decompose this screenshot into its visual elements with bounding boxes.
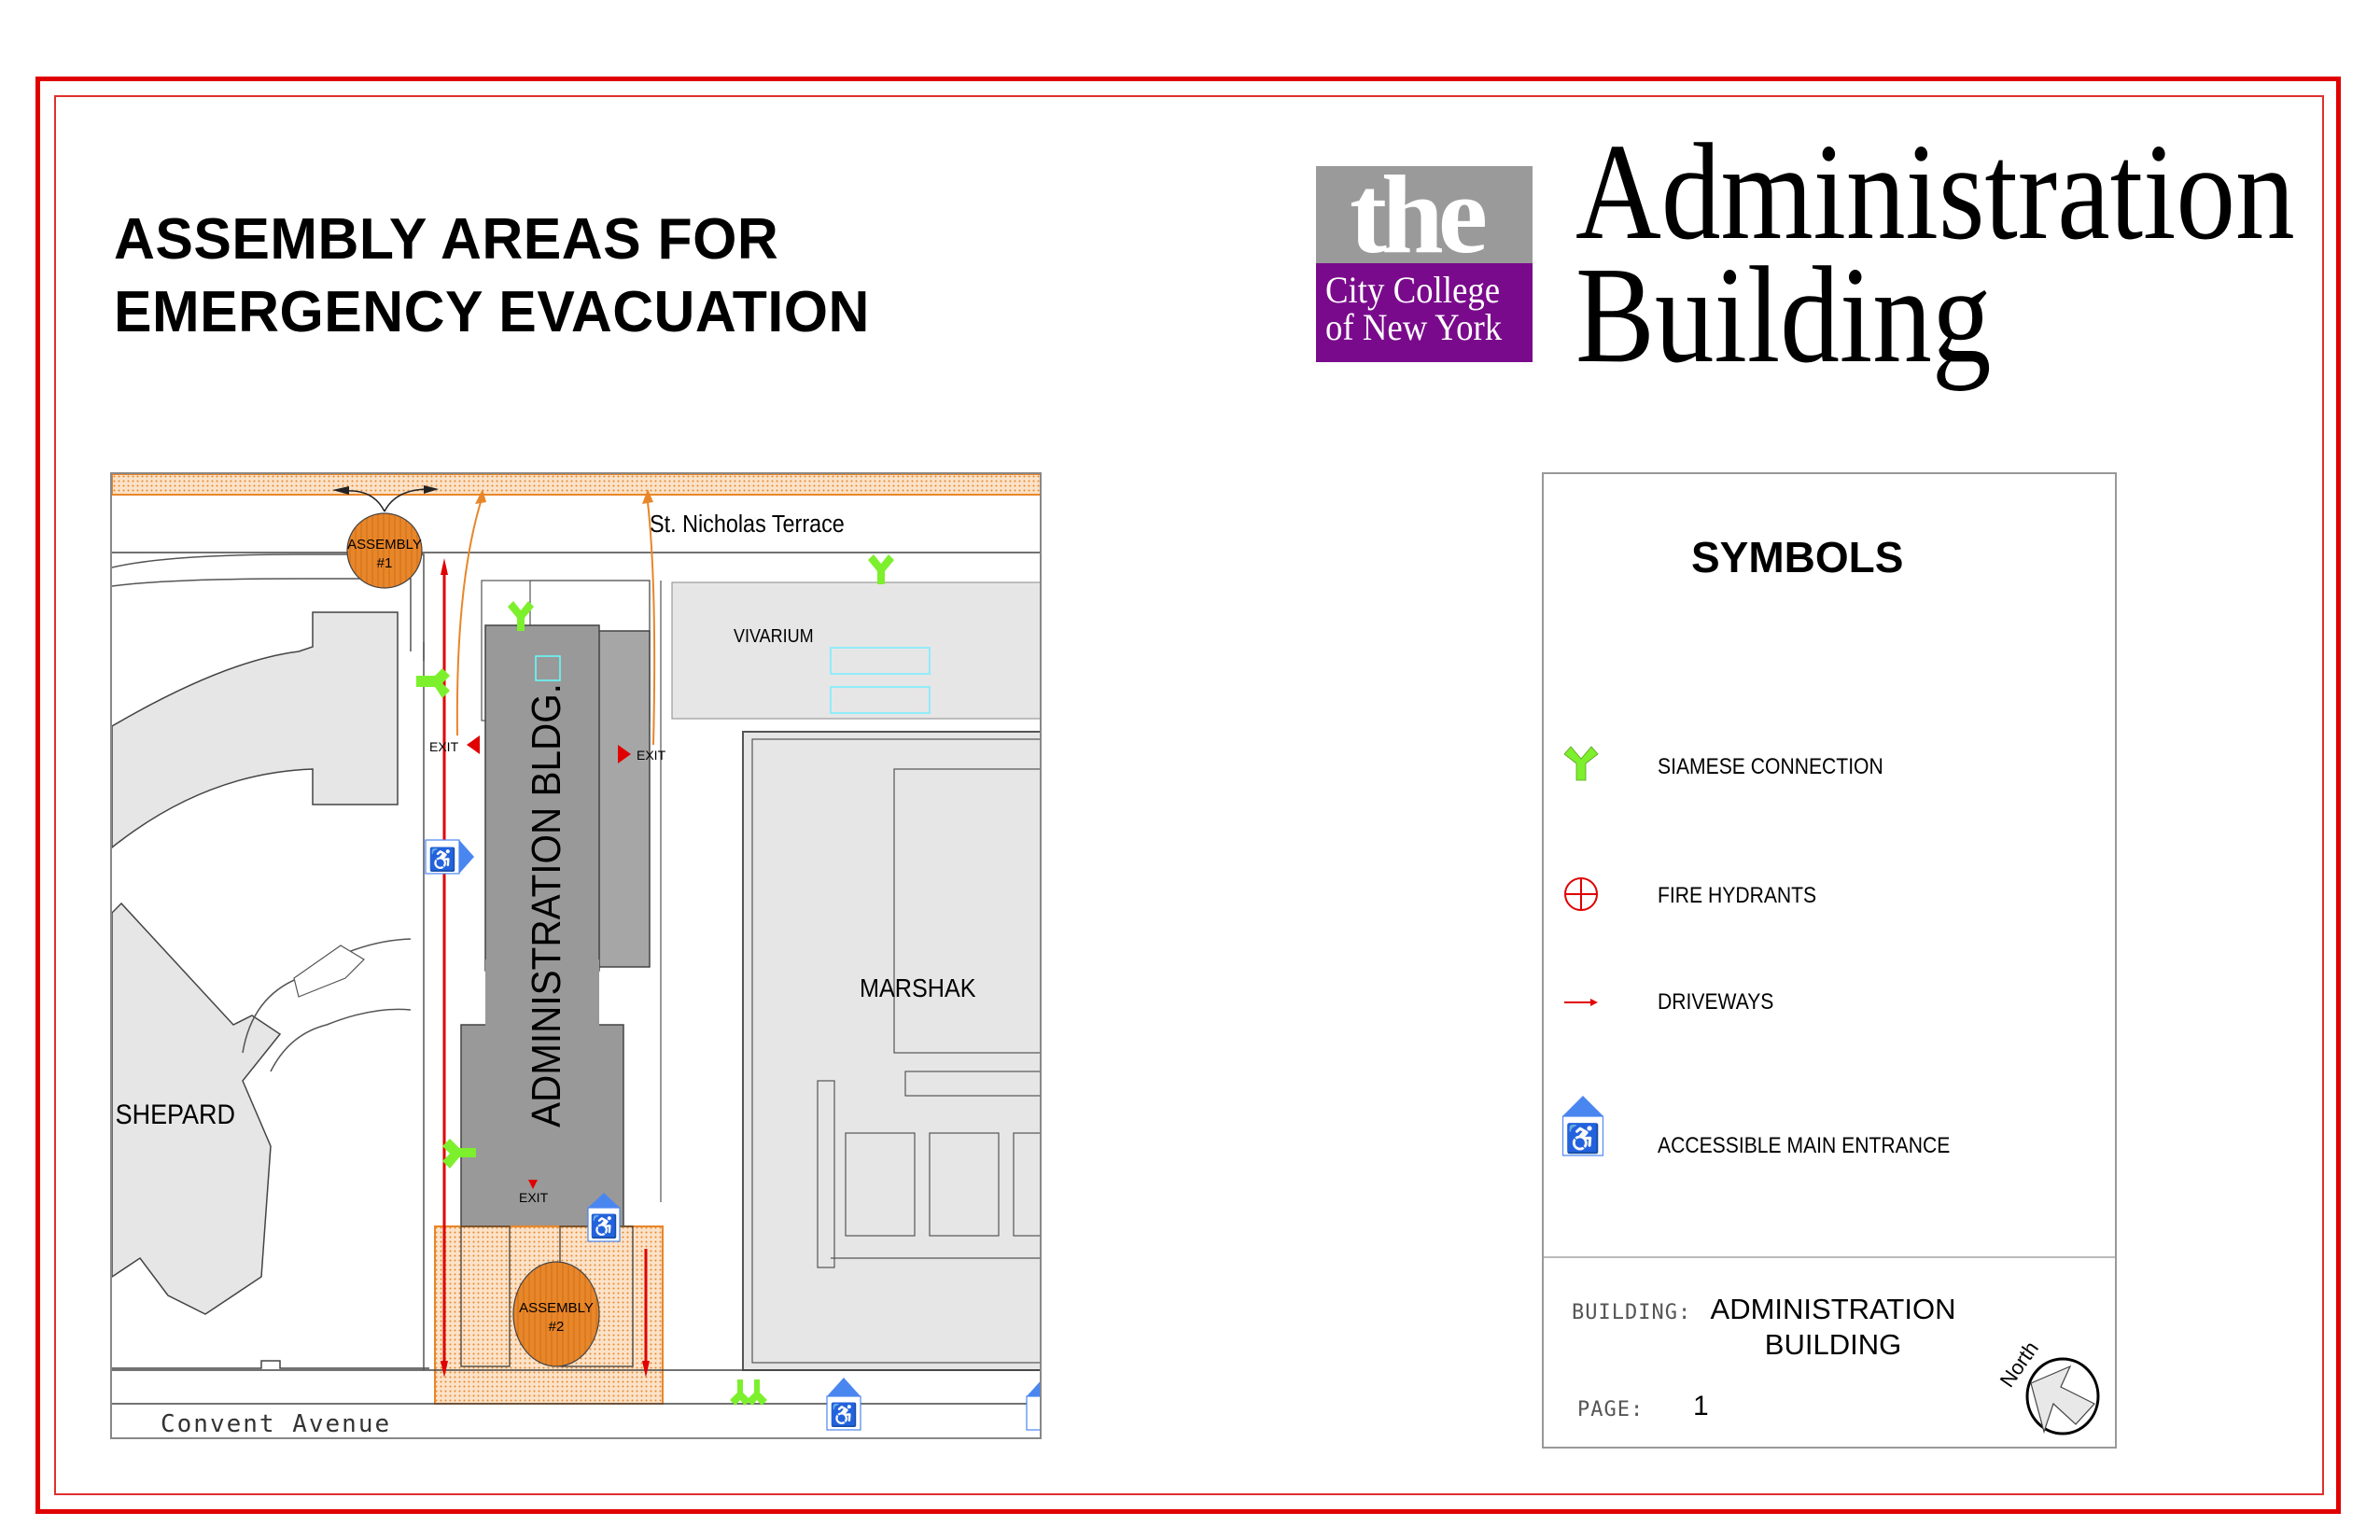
- building-key-label: BUILDING:: [1572, 1301, 1692, 1324]
- siamese-connection-icon: [747, 1379, 767, 1406]
- exit-label: EXIT: [429, 739, 459, 754]
- accessible-entrance-icon: ♿: [425, 839, 474, 875]
- building-heading-line-2: Building: [1575, 239, 1992, 392]
- logo-line-2: of New York: [1325, 306, 1503, 348]
- siamese-connection-icon: [1563, 746, 1599, 781]
- assembly-area-1[interactable]: ASSEMBLY #1: [346, 512, 423, 589]
- street-label-north: St. Nicholas Terrace: [650, 511, 845, 538]
- exit-arrow-icon: [467, 735, 480, 754]
- building-label-vivarium: VIVARIUM: [734, 626, 814, 647]
- legend-panel: SYMBOLS SIAMESE CONNECTION FIRE HYDRANTS…: [1542, 472, 2117, 1449]
- assembly-1-number: #1: [377, 555, 393, 571]
- stairs: [293, 945, 365, 998]
- assembly-1-label: ASSEMBLY: [347, 537, 422, 553]
- svg-text:♿: ♿: [590, 1213, 618, 1239]
- siamese-connection-icon: [730, 1379, 750, 1406]
- vivarium-building: [671, 581, 1040, 720]
- logo-word: the: [1350, 166, 1488, 276]
- fire-hydrant-icon: [1564, 877, 1598, 911]
- ccny-logo: the City College of New York: [1316, 166, 1533, 362]
- accessible-entrance-icon: ♿: [826, 1378, 861, 1431]
- legend-label-hydrant: FIRE HYDRANTS: [1658, 883, 1817, 908]
- assembly-area-2[interactable]: ASSEMBLY #2: [512, 1261, 600, 1367]
- street-label-south: Convent Avenue: [161, 1410, 391, 1438]
- building-value-line-1: ADMINISTRATION: [1710, 1293, 1956, 1325]
- svg-text:♿: ♿: [830, 1402, 858, 1428]
- legend-label-siamese: SIAMESE CONNECTION: [1658, 754, 1883, 779]
- legend-heading: SYMBOLS: [1691, 533, 1904, 581]
- page-key-label: PAGE:: [1577, 1398, 1645, 1421]
- north-assembly-strip: [112, 474, 1040, 496]
- site-map-drawing: St. Nicholas Terrace SHEPARD ADMINISTRAT…: [112, 474, 1040, 1438]
- building-value-line-2: BUILDING: [1764, 1328, 1902, 1361]
- page-title-line-1: ASSEMBLY AREAS FOR: [114, 207, 779, 272]
- evacuation-route: [455, 501, 482, 736]
- legend-divider: [1544, 1256, 2115, 1258]
- north-annex-building: [112, 611, 399, 848]
- building-label-shepard: SHEPARD: [116, 1099, 235, 1131]
- siamese-connection-icon: [868, 554, 894, 584]
- building-label-marshak: MARSHAK: [860, 973, 976, 1003]
- boundary-line: [112, 1360, 429, 1369]
- legend-label-accessible: ACCESSIBLE MAIN ENTRANCE: [1658, 1133, 1951, 1158]
- admin-building-wing: [596, 630, 651, 968]
- site-map[interactable]: St. Nicholas Terrace SHEPARD ADMINISTRAT…: [110, 472, 1042, 1439]
- exit-label: EXIT: [519, 1190, 549, 1205]
- driveway-arrow-icon: [1564, 999, 1598, 1006]
- svg-text:♿: ♿: [428, 847, 456, 873]
- page-title-line-2: EMERGENCY EVACUATION: [114, 280, 870, 344]
- building-label-admin: ADMINISTRATION BLDG.: [523, 683, 568, 1127]
- marshak-building: [893, 768, 1040, 1054]
- exit-label: EXIT: [637, 748, 666, 763]
- assembly-2-label: ASSEMBLY: [519, 1300, 594, 1316]
- svg-text:♿: ♿: [1565, 1122, 1600, 1155]
- logo-line-1: City College: [1325, 269, 1501, 311]
- legend-label-driveway: DRIVEWAYS: [1658, 989, 1774, 1015]
- driveway-arrowhead: [441, 558, 448, 575]
- accessible-entrance-icon: [1026, 1381, 1040, 1431]
- accessible-entrance-icon: ♿: [1562, 1096, 1603, 1156]
- page-title: ASSEMBLY AREAS FOR EMERGENCY EVACUATION: [114, 203, 870, 349]
- building-heading-line-1: Administration: [1575, 116, 2295, 269]
- walkway-outline: [270, 1008, 412, 1072]
- building-value: ADMINISTRATION BUILDING: [1693, 1292, 1973, 1363]
- north-arrow-icon: North: [1995, 1337, 2100, 1435]
- assembly-2-number: #2: [549, 1319, 565, 1335]
- building-heading: Administration Building: [1575, 116, 2295, 392]
- page-number: 1: [1693, 1391, 1709, 1421]
